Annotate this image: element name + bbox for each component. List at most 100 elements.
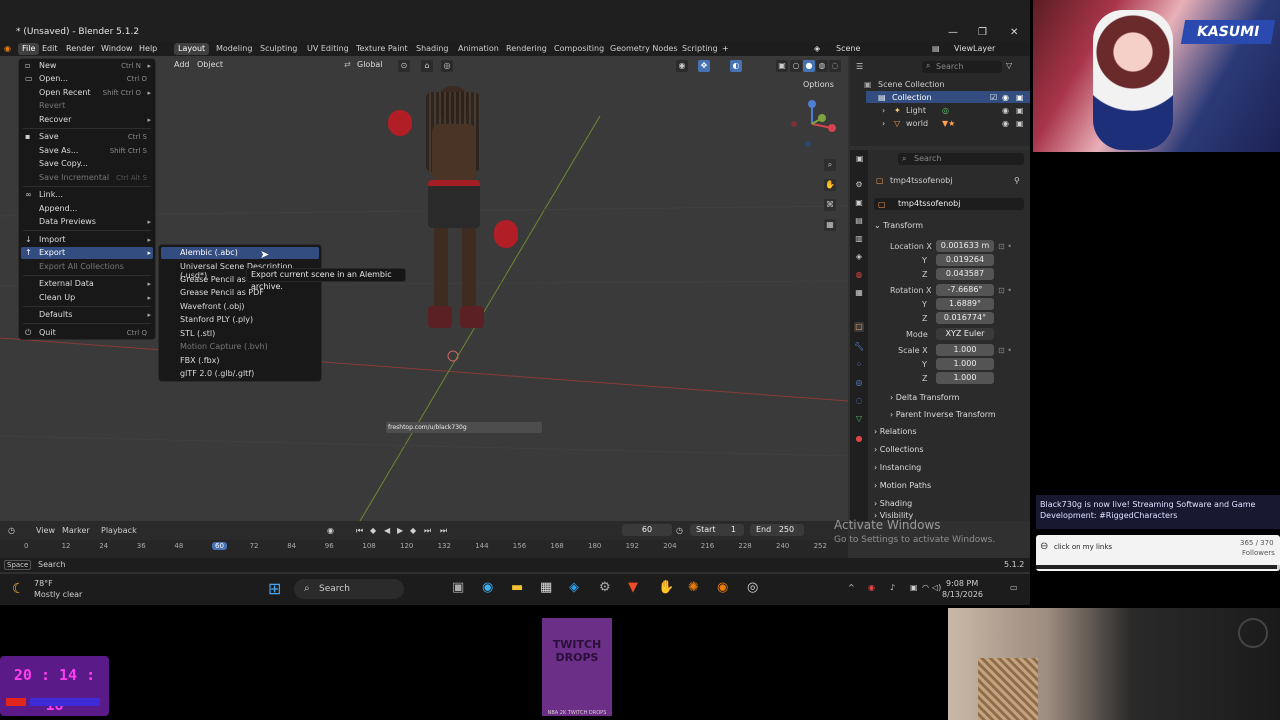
hand-app-icon[interactable]: ✋ (658, 580, 674, 595)
view-layer-tab-icon[interactable]: ▥ (854, 234, 864, 244)
file-menu-recover[interactable]: Recover (39, 115, 71, 124)
collection-tab-icon[interactable]: ▦ (854, 288, 864, 298)
navigation-gizmo[interactable] (786, 96, 838, 152)
output-tab-icon[interactable]: ▤ (854, 216, 864, 226)
render-tab-icon[interactable]: ▣ (854, 198, 864, 208)
xray-icon[interactable]: ▣ (776, 60, 788, 72)
lock-icon[interactable]: ⊡ • (998, 242, 1012, 251)
blender-taskbar-icon[interactable]: ◉ (717, 580, 728, 595)
settings-gear-icon[interactable]: ⚙ (599, 580, 611, 595)
properties-editor-icon[interactable]: ▣ (856, 154, 864, 163)
record-icon[interactable]: ◉ (327, 526, 334, 535)
windows-start-icon[interactable]: ⊞ (268, 579, 281, 598)
file-menu-new[interactable]: New (39, 61, 56, 70)
collections-header[interactable]: › Collections (874, 442, 1024, 458)
particles-tab-icon[interactable]: ⁘ (854, 360, 864, 370)
file-menu-external-data[interactable]: External Data (39, 279, 94, 288)
outliner-search-input[interactable]: Search (922, 61, 1002, 73)
file-menu-data-previews[interactable]: Data Previews (39, 217, 96, 226)
brave-icon[interactable]: ▼ (628, 580, 638, 595)
taskbar-time[interactable]: 9:08 PM (946, 579, 978, 588)
weather-temp[interactable]: 78°F (34, 579, 53, 588)
play-icon[interactable]: ▶ (397, 526, 403, 535)
object-tab-icon[interactable]: ▢ (854, 322, 864, 332)
location-y-field[interactable]: 0.019264 (936, 254, 994, 266)
timeline-playback-menu[interactable]: Playback (101, 526, 137, 535)
scale-y-field[interactable]: 1.000 (936, 358, 994, 370)
ortho-toggle-icon[interactable]: ▦ (824, 219, 836, 231)
file-menu-append[interactable]: Append... (39, 204, 77, 213)
end-frame-field[interactable]: End 250 (750, 524, 804, 536)
jump-end-icon[interactable]: ⏭ (424, 526, 431, 536)
properties-search-input[interactable]: Search (898, 153, 1024, 165)
keying-icon[interactable]: ⏭ (440, 526, 447, 536)
task-view-icon[interactable]: ▣ (452, 580, 464, 595)
camera-view-icon[interactable]: ⌘ (824, 199, 836, 211)
workspace-tab-uv-editing[interactable]: UV Editing (303, 43, 353, 55)
world-eye-icon[interactable]: ◉ (1002, 119, 1009, 128)
workspace-tab-texture-paint[interactable]: Texture Paint (352, 43, 412, 55)
workspace-tab-shading[interactable]: Shading (412, 43, 453, 55)
physics-tab-icon[interactable]: ◎ (854, 378, 864, 388)
orientation-dropdown[interactable]: Global (357, 60, 383, 69)
shading-rendered-icon[interactable]: ◌ (829, 60, 841, 72)
minimize-button[interactable]: — (948, 27, 958, 38)
parent-inverse-header[interactable]: › Parent Inverse Transform (890, 407, 1030, 423)
character-model[interactable] (388, 84, 518, 354)
obs-icon[interactable]: ◎ (747, 580, 758, 595)
collection-checkbox-icon[interactable]: ☑ (990, 93, 997, 102)
file-menu-save[interactable]: Save (39, 132, 59, 141)
tray-app-icon[interactable]: ◉ (868, 583, 875, 592)
menu-window[interactable]: Window (101, 44, 133, 53)
delta-transform-header[interactable]: › Delta Transform (890, 390, 1030, 406)
tray-chevron-icon[interactable]: ^ (848, 583, 855, 592)
rotation-z-field[interactable]: 0.016774° (936, 312, 994, 324)
taskbar-date[interactable]: 8/13/2026 (942, 590, 983, 599)
current-frame-field[interactable]: 60 (622, 524, 672, 536)
material-tab-icon[interactable]: ● (854, 434, 864, 444)
world-tab-icon[interactable]: ◍ (854, 270, 864, 280)
collection-eye-icon[interactable]: ◉ (1002, 93, 1009, 102)
weather-desc[interactable]: Mostly clear (34, 590, 82, 599)
outliner-item-world[interactable]: world (906, 119, 928, 128)
proportional-edit-icon[interactable]: ◎ (441, 60, 453, 72)
expand-chevron-icon[interactable]: › (882, 119, 885, 128)
constraints-tab-icon[interactable]: ◌ (854, 396, 864, 406)
file-menu-defaults[interactable]: Defaults (39, 310, 72, 319)
relations-header[interactable]: › Relations (874, 424, 1024, 440)
file-menu-open-recent[interactable]: Open Recent (39, 88, 91, 97)
start-frame-field[interactable]: Start 1 (690, 524, 744, 536)
outliner-item-light[interactable]: Light (906, 106, 926, 115)
rotation-mode-dropdown[interactable]: XYZ Euler (936, 328, 994, 340)
export-stanford-ply[interactable]: Stanford PLY (.ply) (180, 315, 253, 324)
menu-help[interactable]: Help (139, 44, 157, 53)
light-eye-icon[interactable]: ◉ (1002, 106, 1009, 115)
overlay-toggle-icon[interactable]: ◐ (730, 60, 742, 72)
copilot-icon[interactable]: ◉ (482, 580, 493, 595)
menu-file[interactable]: File (18, 43, 40, 55)
object-menu[interactable]: Object (197, 60, 223, 69)
workspace-tab-animation[interactable]: Animation (454, 43, 503, 55)
add-menu[interactable]: Add (174, 60, 190, 69)
gizmo-toggle-icon[interactable]: ✥ (698, 60, 710, 72)
export-wavefront-obj[interactable]: Wavefront (.obj) (180, 302, 245, 311)
file-menu-open[interactable]: Open... (39, 74, 68, 83)
pin-icon[interactable]: ⚲ (1014, 176, 1020, 185)
export-gltf[interactable]: glTF 2.0 (.glb/.gltf) (180, 369, 254, 378)
workspace-tab-layout[interactable]: Layout (174, 43, 210, 55)
timeline-marker-menu[interactable]: Marker (62, 526, 90, 535)
export-fbx[interactable]: FBX (.fbx) (180, 356, 220, 365)
workspace-tab-scripting[interactable]: Scripting (678, 43, 722, 55)
zoom-icon[interactable]: ⌕ (824, 159, 836, 171)
view-layer-selector[interactable]: ViewLayer (954, 44, 995, 53)
display-icon[interactable]: ▣ (910, 583, 918, 592)
scale-x-field[interactable]: 1.000 (936, 344, 994, 356)
filter-icon[interactable]: ▽ (1006, 61, 1012, 70)
blender-logo-icon[interactable]: ◉ (4, 44, 11, 53)
expand-chevron-icon[interactable]: › (882, 106, 885, 115)
export-alembic[interactable]: Alembic (.abc) (180, 248, 238, 257)
clock-icon[interactable]: ◷ (676, 526, 683, 535)
scene-tab-icon[interactable]: ◈ (854, 252, 864, 262)
keyframe-next-icon[interactable]: ◆ (410, 526, 416, 535)
timeline-view-menu[interactable]: View (36, 526, 55, 535)
